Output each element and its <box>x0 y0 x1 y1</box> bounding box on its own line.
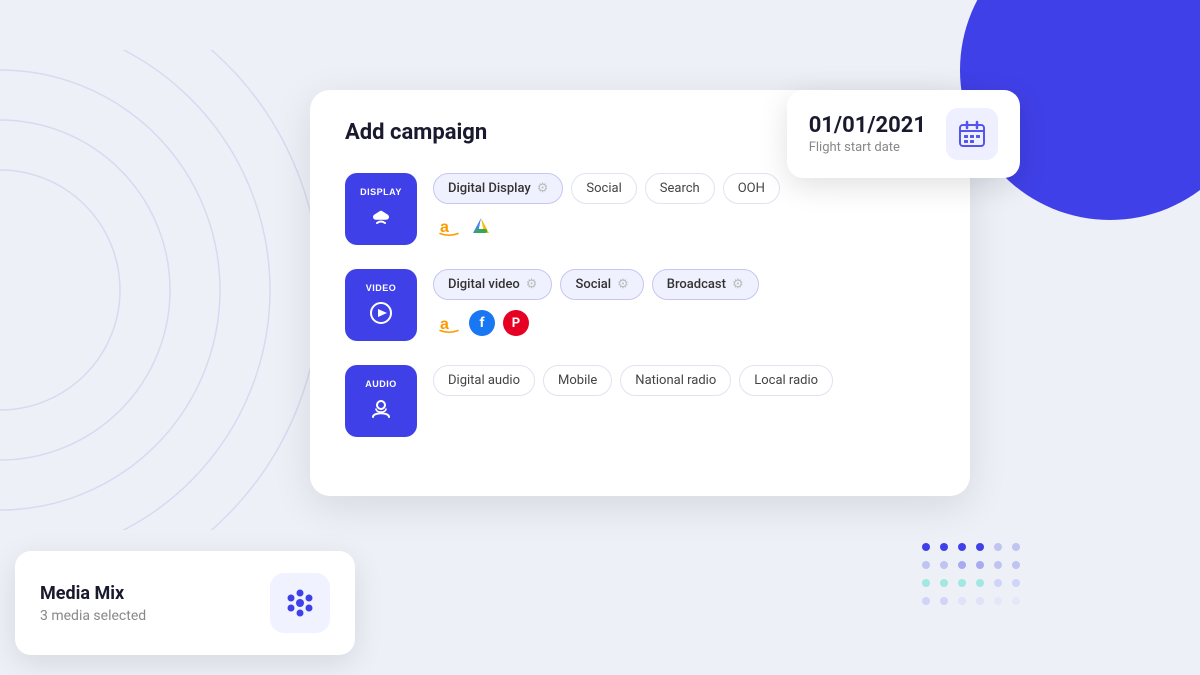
tag-social-video[interactable]: Social ⚙ <box>560 269 643 300</box>
video-tags-row: Digital video ⚙ Social ⚙ Broadcast ⚙ <box>433 269 935 300</box>
media-mix-icon[interactable] <box>270 573 330 633</box>
calendar-icon[interactable] <box>946 108 998 160</box>
gear-icon[interactable]: ⚙ <box>526 277 538 292</box>
media-mix-subtitle: 3 media selected <box>40 608 146 624</box>
audio-row: AUDIO Digital audio Mobile National radi… <box>345 365 935 437</box>
tag-social[interactable]: Social <box>571 173 636 204</box>
media-mix-card: Media Mix 3 media selected <box>15 551 355 655</box>
date-value: 01/01/2021 <box>809 113 926 138</box>
display-label: DISPLAY <box>360 187 402 197</box>
pinterest-logo: P <box>503 310 529 336</box>
gear-icon[interactable]: ⚙ <box>732 277 744 292</box>
tag-digital-audio[interactable]: Digital audio <box>433 365 535 396</box>
date-info: 01/01/2021 Flight start date <box>809 113 926 155</box>
tag-ooh[interactable]: OOH <box>723 173 780 204</box>
video-label: VIDEO <box>366 283 397 293</box>
video-tags-area: Digital video ⚙ Social ⚙ Broadcast ⚙ a <box>433 269 935 336</box>
facebook-logo: f <box>469 310 495 336</box>
video-button[interactable]: VIDEO <box>345 269 417 341</box>
dot-grid <box>922 543 1020 615</box>
amazon-logo-video: a <box>437 311 461 335</box>
display-row: DISPLAY Digital Display ⚙ Social Search <box>345 173 935 245</box>
media-mix-text: Media Mix 3 media selected <box>40 583 146 624</box>
video-row: VIDEO Digital video ⚙ Social ⚙ Broadcast… <box>345 269 935 341</box>
tag-broadcast[interactable]: Broadcast ⚙ <box>652 269 759 300</box>
date-card: 01/01/2021 Flight start date <box>787 90 1020 178</box>
display-button[interactable]: DISPLAY <box>345 173 417 245</box>
tag-mobile[interactable]: Mobile <box>543 365 612 396</box>
audio-tags-row: Digital audio Mobile National radio Loca… <box>433 365 935 396</box>
amazon-logo: a <box>437 214 461 238</box>
gear-icon[interactable]: ⚙ <box>617 277 629 292</box>
gear-icon[interactable]: ⚙ <box>537 181 549 196</box>
display-tags-area: Digital Display ⚙ Social Search OOH a <box>433 173 935 238</box>
video-logos-row: a f P <box>433 310 935 336</box>
tag-digital-video[interactable]: Digital video ⚙ <box>433 269 552 300</box>
tag-digital-display[interactable]: Digital Display ⚙ <box>433 173 563 204</box>
audio-button[interactable]: AUDIO <box>345 365 417 437</box>
display-logos-row: a <box>433 214 935 238</box>
media-mix-title: Media Mix <box>40 583 146 604</box>
audio-label: AUDIO <box>365 379 397 389</box>
date-label: Flight start date <box>809 140 926 155</box>
tag-search[interactable]: Search <box>645 173 715 204</box>
audio-tags-area: Digital audio Mobile National radio Loca… <box>433 365 935 406</box>
tag-local-radio[interactable]: Local radio <box>739 365 833 396</box>
google-ads-logo <box>469 214 493 238</box>
tag-national-radio[interactable]: National radio <box>620 365 731 396</box>
